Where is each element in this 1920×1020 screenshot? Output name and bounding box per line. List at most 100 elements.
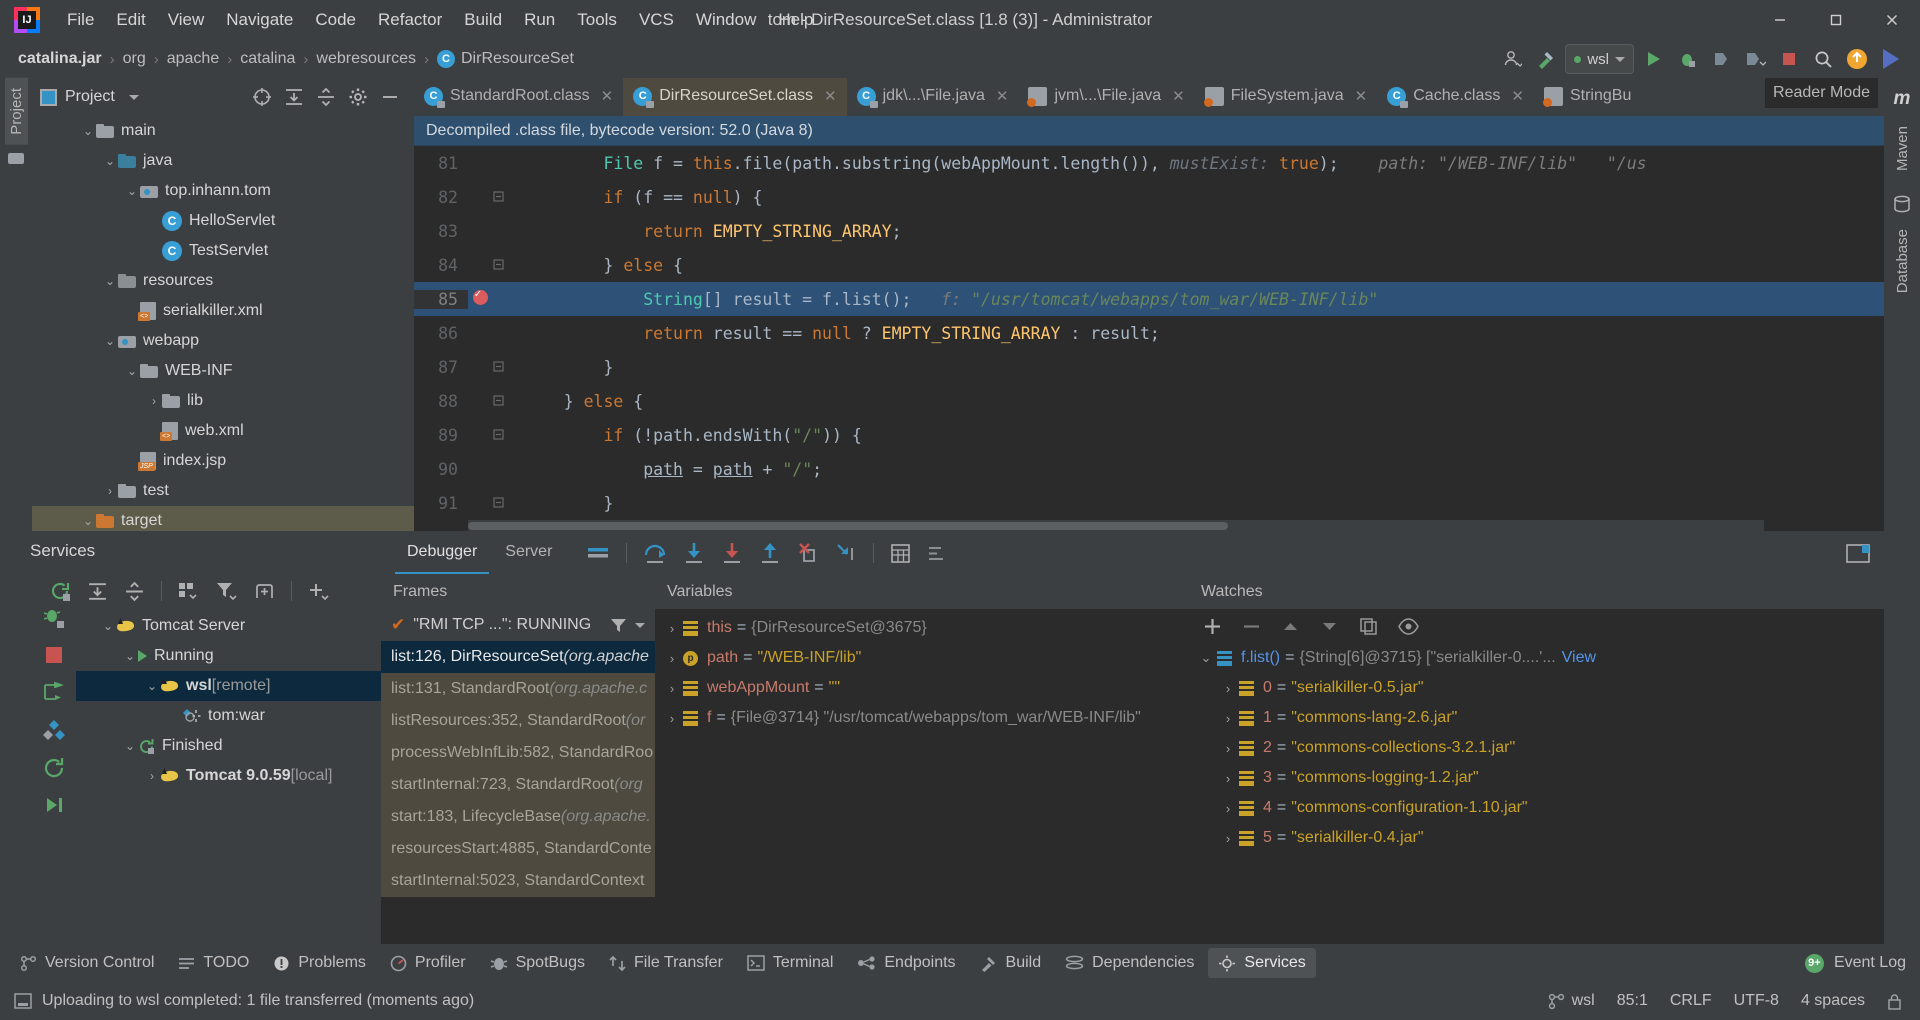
stop-service-icon[interactable] bbox=[44, 645, 64, 665]
project-tree-item[interactable]: ⌄ target bbox=[32, 506, 414, 531]
add-service-icon[interactable] bbox=[308, 581, 330, 602]
profiler-button[interactable] bbox=[1740, 44, 1770, 74]
project-panel-title[interactable]: Project bbox=[40, 88, 139, 106]
close-tab-icon[interactable]: ✕ bbox=[824, 87, 837, 105]
expand-chevron-icon[interactable]: › bbox=[661, 621, 683, 636]
editor-tab[interactable]: FileSystem.java ✕ bbox=[1195, 78, 1378, 116]
menu-edit[interactable]: Edit bbox=[105, 6, 156, 34]
menu-refactor[interactable]: Refactor bbox=[367, 6, 453, 34]
tree-chevron-icon[interactable]: › bbox=[146, 394, 162, 408]
expand-chevron-icon[interactable]: ⌄ bbox=[1195, 650, 1217, 666]
maven-icon[interactable]: m bbox=[1894, 88, 1911, 110]
watch-item-row[interactable]: › 1 = "commons-lang-2.6.jar" bbox=[1189, 703, 1884, 733]
reader-mode-label[interactable]: Reader Mode bbox=[1765, 78, 1878, 108]
expand-chevron-icon[interactable]: › bbox=[1217, 681, 1239, 696]
tool-window-bar[interactable]: Version Control TODO Problems Profiler SpotB… bbox=[0, 944, 1920, 982]
move-down-icon[interactable] bbox=[1320, 617, 1339, 636]
run-to-cursor-icon[interactable] bbox=[835, 542, 857, 564]
menu-build[interactable]: Build bbox=[453, 6, 513, 34]
breadcrumb-item-class[interactable]: C DirResourceSet bbox=[437, 50, 574, 68]
tool-window-database[interactable]: Database bbox=[1891, 219, 1914, 303]
expand-chevron-icon[interactable]: › bbox=[661, 681, 683, 696]
expand-all-icon[interactable] bbox=[87, 581, 108, 602]
code-fold-marker[interactable] bbox=[492, 495, 518, 511]
tree-chevron-icon[interactable]: ⌄ bbox=[80, 514, 96, 528]
project-tree[interactable]: ⌄ main ⌄ java ⌄ top.inhann.tom C HelloServlet C T… bbox=[32, 116, 414, 531]
expand-chevron-icon[interactable]: › bbox=[1217, 771, 1239, 786]
group-icon[interactable] bbox=[178, 581, 200, 602]
step-out-icon[interactable] bbox=[759, 542, 781, 564]
tool-window-button-todo[interactable]: TODO bbox=[168, 948, 259, 978]
breakpoint-gutter[interactable] bbox=[468, 287, 492, 309]
collapse-all-icon[interactable] bbox=[316, 87, 336, 107]
project-tree-item[interactable]: C TestServlet bbox=[32, 236, 414, 266]
menu-help[interactable]: Help bbox=[767, 6, 824, 34]
run-button[interactable] bbox=[1638, 44, 1668, 74]
close-tab-icon[interactable]: ✕ bbox=[601, 87, 614, 105]
breadcrumb-item-0[interactable]: catalina.jar bbox=[18, 50, 102, 68]
close-tab-icon[interactable]: ✕ bbox=[1355, 87, 1368, 105]
menu-navigate[interactable]: Navigate bbox=[215, 6, 304, 34]
copy-icon[interactable] bbox=[1359, 617, 1378, 636]
collapse-all-icon[interactable] bbox=[124, 581, 145, 602]
tool-window-button-build[interactable]: Build bbox=[970, 948, 1052, 978]
code-fold-marker[interactable] bbox=[492, 257, 518, 273]
close-tab-icon[interactable]: ✕ bbox=[996, 87, 1009, 105]
breadcrumb-item-1[interactable]: org bbox=[123, 50, 146, 68]
menu-run[interactable]: Run bbox=[513, 6, 566, 34]
expand-chevron-icon[interactable]: › bbox=[1217, 831, 1239, 846]
code-line[interactable]: 82 if (f == null) { bbox=[414, 180, 1884, 214]
editor-horizontal-scrollbar[interactable] bbox=[468, 520, 1764, 531]
code-line[interactable]: 86 return result == null ? EMPTY_STRING_… bbox=[414, 316, 1884, 350]
stack-frame-row[interactable]: processWebInfLib:582, StandardRoo bbox=[381, 737, 655, 769]
stack-frame-row[interactable]: startInternal:723, StandardRoot (org bbox=[381, 769, 655, 801]
tool-window-button-file-transfer[interactable]: File Transfer bbox=[599, 948, 733, 978]
tree-chevron-icon[interactable]: ⌄ bbox=[102, 154, 118, 168]
tool-window-project[interactable]: Project bbox=[4, 78, 28, 145]
code-line[interactable]: 81 File f = this.file(path.substring(web… bbox=[414, 146, 1884, 180]
stack-frame-row[interactable]: list:126, DirResourceSet (org.apache bbox=[381, 641, 655, 673]
editor-tab[interactable]: StringBu bbox=[1534, 78, 1641, 116]
thread-selector[interactable]: ✔ "RMI TCP ...": RUNNING bbox=[381, 609, 655, 641]
editor-tab[interactable]: C Cache.class ✕ bbox=[1377, 78, 1534, 116]
chevron-down-icon[interactable] bbox=[635, 622, 645, 628]
frames-list[interactable]: list:126, DirResourceSet (org.apache list… bbox=[381, 641, 655, 897]
status-line-separator[interactable]: CRLF bbox=[1670, 992, 1712, 1010]
tree-chevron-icon[interactable]: ⌄ bbox=[122, 649, 138, 663]
menu-code[interactable]: Code bbox=[304, 6, 367, 34]
tab-debugger[interactable]: Debugger bbox=[395, 533, 490, 574]
status-branch[interactable]: wsl bbox=[1548, 992, 1595, 1010]
tree-chevron-icon[interactable]: › bbox=[144, 769, 160, 783]
project-tree-item[interactable]: <> serialkiller.xml bbox=[32, 296, 414, 326]
variable-row[interactable]: › f = {File@3714} "/usr/tomcat/webapps/tom_… bbox=[655, 703, 1189, 733]
tool-window-maven[interactable]: Maven bbox=[1891, 116, 1914, 181]
code-fold-marker[interactable] bbox=[492, 189, 518, 205]
services-tree-item[interactable]: › Tomcat 9.0.59 [local] bbox=[76, 761, 381, 791]
variable-row[interactable]: › p path = "/WEB-INF/lib" bbox=[655, 643, 1189, 673]
project-tree-item[interactable]: ⌄ WEB-INF bbox=[32, 356, 414, 386]
project-tree-item[interactable]: ⌄ main bbox=[32, 116, 414, 146]
debug-service-icon[interactable] bbox=[43, 607, 65, 629]
services-tree-item[interactable]: ⌄ Tomcat Server bbox=[76, 611, 381, 641]
code-fold-marker[interactable] bbox=[492, 359, 518, 375]
menu-window[interactable]: Window bbox=[685, 6, 767, 34]
editor-tab[interactable]: C StandardRoot.class ✕ bbox=[414, 78, 623, 116]
tool-window-button-endpoints[interactable]: Endpoints bbox=[847, 948, 965, 978]
tree-chevron-icon[interactable]: ⌄ bbox=[124, 184, 140, 198]
breadcrumb-item-2[interactable]: apache bbox=[167, 50, 220, 68]
watch-item-row[interactable]: › 4 = "commons-configuration-1.10.jar" bbox=[1189, 793, 1884, 823]
tool-window-button-version-control[interactable]: Version Control bbox=[10, 948, 164, 978]
evaluate-expression-icon[interactable] bbox=[890, 543, 911, 564]
watch-item-row[interactable]: › 5 = "serialkiller-0.4.jar" bbox=[1189, 823, 1884, 853]
project-tree-item[interactable]: ⌄ resources bbox=[32, 266, 414, 296]
project-tree-item[interactable]: JSP index.jsp bbox=[32, 446, 414, 476]
menu-file[interactable]: File bbox=[56, 6, 105, 34]
tree-chevron-icon[interactable]: ⌄ bbox=[144, 679, 160, 693]
database-icon[interactable] bbox=[1893, 195, 1911, 213]
variables-body[interactable]: › this = {DirResourceSet@3675} › p path = "/WEB-… bbox=[655, 609, 1189, 982]
reset-frame-icon[interactable] bbox=[797, 542, 819, 564]
filter-icon[interactable] bbox=[216, 581, 238, 602]
sort-values-icon[interactable] bbox=[927, 543, 949, 564]
project-tree-item[interactable]: ⌄ webapp bbox=[32, 326, 414, 356]
hammer-icon[interactable] bbox=[1531, 44, 1561, 74]
